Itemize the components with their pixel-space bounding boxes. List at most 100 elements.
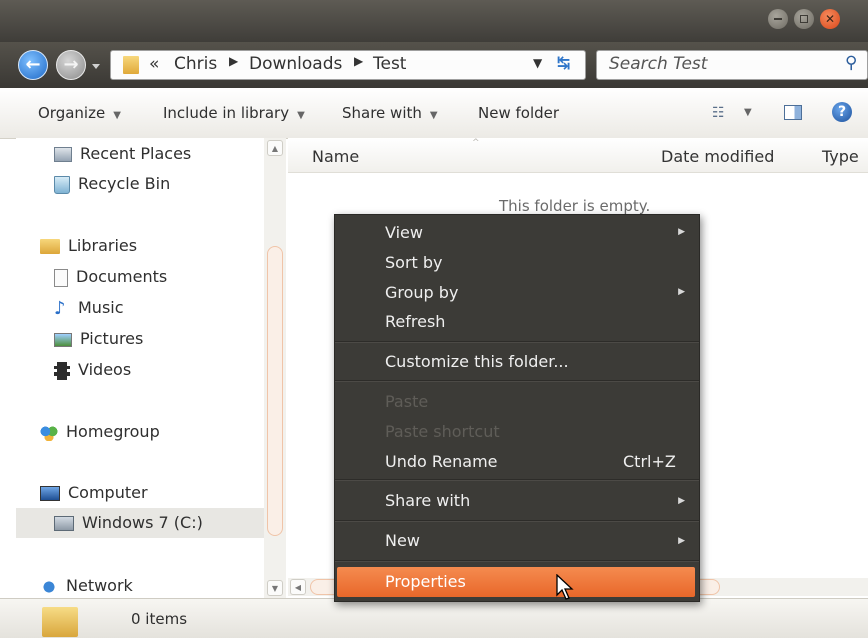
sidebar-item-label: Windows 7 (C:) bbox=[82, 513, 203, 532]
sidebar-item-label: Music bbox=[78, 298, 124, 317]
organize-label: Organize bbox=[38, 104, 106, 122]
column-header-name[interactable]: Name bbox=[312, 147, 359, 166]
address-field[interactable]: « Chris ▶ Downloads ▶ Test ▼ ↹ bbox=[110, 50, 586, 80]
sidebar-item-libraries[interactable]: Libraries bbox=[40, 236, 137, 255]
sidebar-item-network[interactable]: Network bbox=[40, 576, 133, 595]
forward-arrow-icon: → bbox=[63, 54, 79, 75]
menu-item-share-with[interactable]: Share with bbox=[385, 491, 470, 510]
search-box[interactable]: Search Test ⚲ bbox=[596, 50, 868, 80]
menu-separator bbox=[335, 520, 699, 522]
sidebar-item-pictures[interactable]: Pictures bbox=[54, 329, 143, 348]
network-icon bbox=[40, 578, 58, 595]
sidebar-item-recycle-bin[interactable]: Recycle Bin bbox=[54, 174, 170, 194]
pictures-icon bbox=[54, 332, 72, 347]
share-with-button[interactable]: Share with ▼ bbox=[342, 104, 438, 122]
sidebar-item-homegroup[interactable]: Homegroup bbox=[40, 422, 160, 441]
menu-separator bbox=[335, 341, 699, 343]
search-input[interactable]: Search Test bbox=[609, 54, 707, 74]
submenu-arrow-icon: ▶ bbox=[678, 227, 685, 237]
close-icon: ✕ bbox=[824, 12, 836, 26]
recycle-bin-icon bbox=[54, 175, 70, 194]
chevron-down-icon: ▼ bbox=[297, 110, 305, 121]
sidebar-item-recent-places[interactable]: Recent Places bbox=[54, 144, 191, 163]
back-arrow-icon: ← bbox=[25, 54, 41, 75]
organize-button[interactable]: Organize ▼ bbox=[38, 104, 121, 122]
scroll-up-icon[interactable]: ▲ bbox=[267, 140, 283, 156]
address-overflow-chevron[interactable]: « bbox=[149, 54, 159, 74]
menu-item-view[interactable]: View bbox=[385, 223, 423, 242]
drive-icon bbox=[54, 516, 74, 531]
empty-folder-message: This folder is empty. bbox=[499, 197, 651, 215]
menu-item-refresh[interactable]: Refresh bbox=[385, 312, 445, 331]
refresh-icon[interactable]: ↹ bbox=[557, 53, 570, 72]
column-header-date-modified[interactable]: Date modified bbox=[661, 147, 774, 166]
submenu-arrow-icon: ▶ bbox=[678, 287, 685, 297]
scrollbar-thumb[interactable] bbox=[267, 246, 283, 536]
sidebar-item-label: Pictures bbox=[80, 329, 144, 348]
breadcrumb-downloads[interactable]: Downloads bbox=[249, 54, 342, 74]
search-icon[interactable]: ⚲ bbox=[845, 53, 857, 73]
sidebar-item-music[interactable]: ♪ Music bbox=[54, 298, 124, 318]
sort-indicator-icon: ^ bbox=[472, 138, 480, 148]
navigation-bar: ← → « Chris ▶ Downloads ▶ Test ▼ ↹ Searc… bbox=[0, 42, 868, 88]
preview-pane-icon[interactable] bbox=[784, 105, 802, 120]
scroll-down-icon[interactable]: ▼ bbox=[267, 580, 283, 596]
folder-icon bbox=[123, 56, 139, 74]
column-header-type[interactable]: Type bbox=[822, 147, 859, 166]
include-in-library-label: Include in library bbox=[163, 104, 290, 122]
minimize-button[interactable] bbox=[768, 9, 788, 29]
close-button[interactable]: ✕ bbox=[820, 9, 840, 29]
navigation-pane-scrollbar[interactable]: ▲ ▼ bbox=[264, 138, 286, 598]
command-bar: Organize ▼ Include in library ▼ Share with… bbox=[0, 88, 868, 139]
back-button[interactable]: ← bbox=[18, 50, 48, 80]
sidebar-item-label: Libraries bbox=[68, 236, 138, 255]
menu-item-new[interactable]: New bbox=[385, 531, 420, 550]
chevron-down-icon[interactable]: ▼ bbox=[744, 107, 752, 118]
music-icon: ♪ bbox=[54, 297, 66, 319]
address-history-dropdown-icon[interactable]: ▼ bbox=[533, 56, 542, 70]
maximize-button[interactable] bbox=[794, 9, 814, 29]
navigation-pane: Recent Places Recycle Bin Libraries Docu… bbox=[16, 138, 264, 598]
submenu-arrow-icon: ▶ bbox=[678, 496, 685, 506]
new-folder-button[interactable]: New folder bbox=[478, 104, 559, 122]
sidebar-item-label: Videos bbox=[78, 360, 132, 379]
item-count: 0 items bbox=[131, 610, 188, 628]
minimize-icon bbox=[774, 18, 782, 20]
column-header-row: Name ^ Date modified Type bbox=[288, 138, 868, 173]
breadcrumb-test[interactable]: Test bbox=[373, 54, 406, 74]
include-in-library-button[interactable]: Include in library ▼ bbox=[163, 104, 305, 122]
title-bar: ✕ bbox=[0, 0, 868, 42]
status-bar: 0 items bbox=[0, 598, 868, 638]
sidebar-item-windows7[interactable]: Windows 7 (C:) bbox=[54, 513, 203, 532]
scroll-left-icon[interactable]: ◀ bbox=[290, 579, 306, 595]
recent-pages-dropdown[interactable] bbox=[92, 64, 100, 69]
menu-separator bbox=[335, 479, 699, 481]
menu-item-properties[interactable]: Properties bbox=[385, 572, 466, 591]
sidebar-item-label: Recent Places bbox=[80, 144, 192, 163]
share-with-label: Share with bbox=[342, 104, 422, 122]
forward-button[interactable]: → bbox=[56, 50, 86, 80]
submenu-arrow-icon: ▶ bbox=[678, 536, 685, 546]
sidebar-item-windows7-selected[interactable]: Windows 7 (C:) bbox=[16, 508, 264, 538]
sidebar-item-computer[interactable]: Computer bbox=[40, 483, 148, 502]
menu-item-sort-by[interactable]: Sort by bbox=[385, 253, 443, 272]
breadcrumb-arrow-icon[interactable]: ▶ bbox=[354, 54, 363, 68]
folder-icon bbox=[42, 607, 78, 637]
sidebar-item-documents[interactable]: Documents bbox=[54, 267, 167, 287]
computer-icon bbox=[40, 486, 60, 501]
help-icon[interactable]: ? bbox=[832, 102, 852, 122]
maximize-icon bbox=[800, 15, 808, 23]
sidebar-item-videos[interactable]: Videos bbox=[54, 360, 131, 380]
breadcrumb-chris[interactable]: Chris bbox=[174, 54, 217, 74]
undo-rename-shortcut: Ctrl+Z bbox=[623, 452, 676, 471]
menu-separator bbox=[335, 380, 699, 382]
documents-icon bbox=[54, 268, 68, 287]
menu-item-group-by[interactable]: Group by bbox=[385, 283, 458, 302]
menu-item-paste: Paste bbox=[385, 392, 429, 411]
sidebar-item-label: Computer bbox=[68, 483, 148, 502]
sidebar-item-label: Network bbox=[66, 576, 133, 595]
menu-item-customize-folder[interactable]: Customize this folder... bbox=[385, 352, 569, 371]
change-view-icon[interactable]: ☷ bbox=[712, 105, 725, 121]
breadcrumb-arrow-icon[interactable]: ▶ bbox=[229, 54, 238, 68]
menu-item-undo-rename[interactable]: Undo Rename bbox=[385, 452, 498, 471]
